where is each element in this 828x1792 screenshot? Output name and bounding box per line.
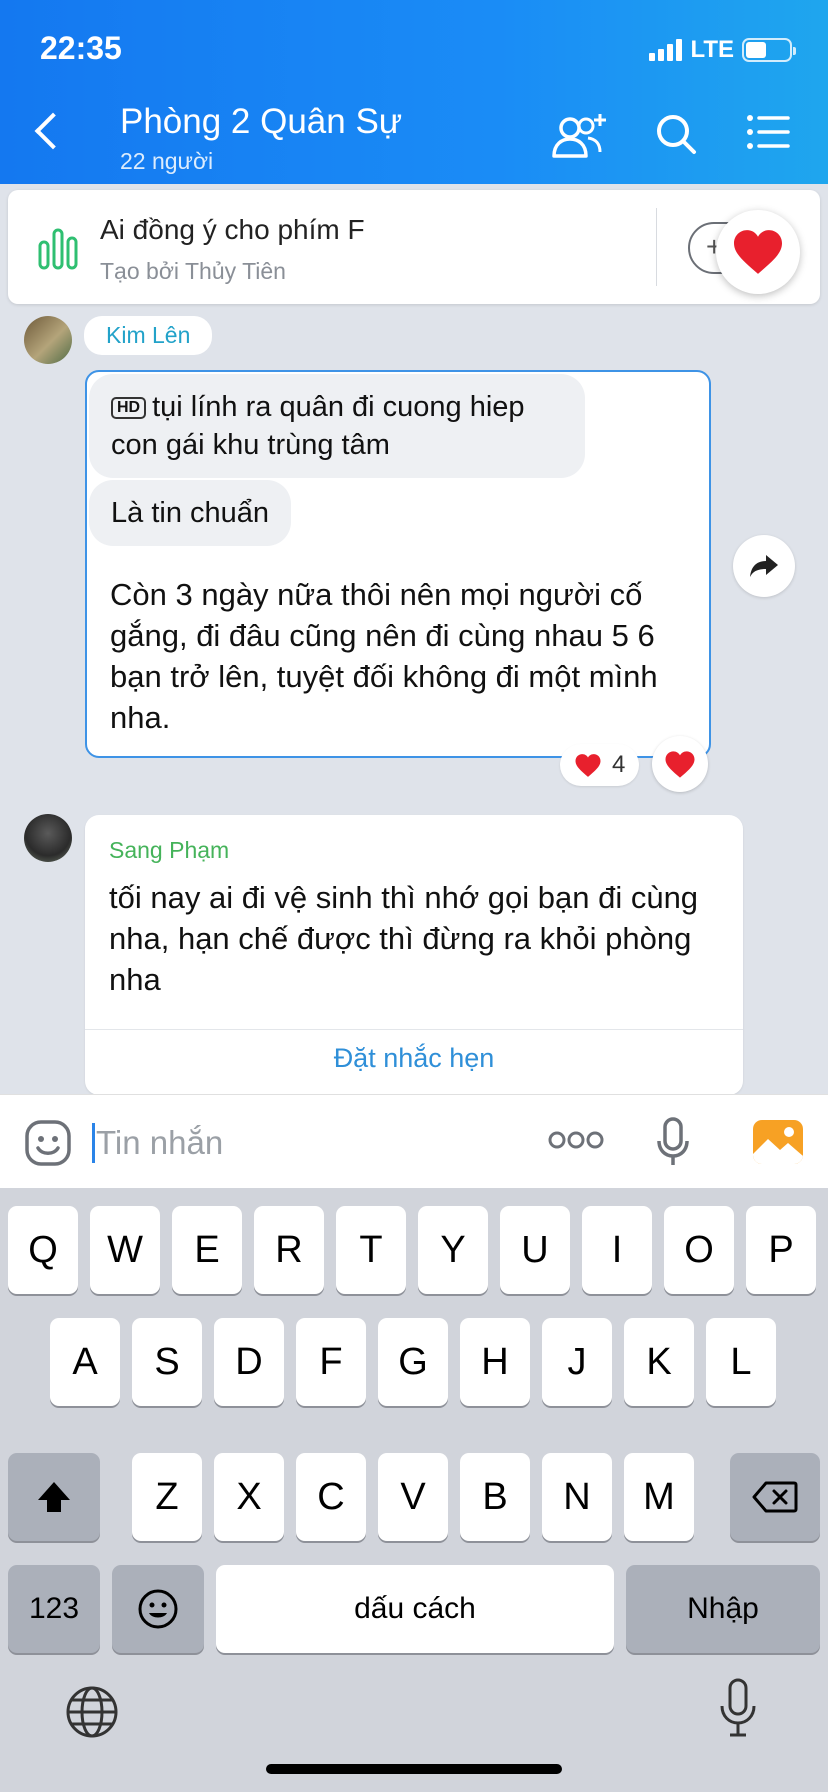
- home-indicator: [266, 1764, 562, 1774]
- reaction-count: 4: [612, 751, 626, 778]
- key-x[interactable]: X: [214, 1453, 284, 1541]
- key-y[interactable]: Y: [418, 1206, 488, 1294]
- key-a[interactable]: A: [50, 1318, 120, 1406]
- key-b[interactable]: B: [460, 1453, 530, 1541]
- shift-arrow-icon: [38, 1482, 70, 1512]
- key-u[interactable]: U: [500, 1206, 570, 1294]
- hd-badge: HD: [111, 397, 147, 419]
- battery-icon: [742, 38, 796, 62]
- message-text: Còn 3 ngày nữa thôi nên mọi người cố gắn…: [110, 577, 658, 735]
- globe-icon[interactable]: [64, 1684, 120, 1740]
- divider: [656, 208, 657, 286]
- share-arrow-icon: [750, 555, 778, 577]
- text-caret: [92, 1123, 95, 1163]
- heart-icon: [734, 230, 782, 274]
- emoji-icon: [138, 1589, 178, 1629]
- pinned-poll[interactable]: Ai đồng ý cho phím F Tạo bởi Thủy Tiên +: [8, 190, 820, 304]
- numbers-key[interactable]: 123: [8, 1565, 100, 1653]
- key-q[interactable]: Q: [8, 1206, 78, 1294]
- delete-icon: [752, 1481, 798, 1513]
- microphone-icon[interactable]: [656, 1117, 690, 1167]
- shift-key[interactable]: [8, 1453, 100, 1541]
- divider: [85, 1029, 743, 1030]
- message-text: tụi lính ra quân đi cuong hiep con gái k…: [111, 391, 525, 461]
- sticker-icon[interactable]: [24, 1119, 72, 1167]
- set-reminder-button[interactable]: Đặt nhắc hẹn: [85, 1043, 743, 1074]
- key-n[interactable]: N: [542, 1453, 612, 1541]
- group-title[interactable]: Phòng 2 Quân Sự: [120, 102, 402, 142]
- heart-reaction-button[interactable]: [716, 210, 800, 294]
- return-key[interactable]: Nhập: [626, 1565, 820, 1653]
- key-o[interactable]: O: [664, 1206, 734, 1294]
- image-icon[interactable]: [752, 1119, 804, 1165]
- search-icon[interactable]: [654, 112, 698, 156]
- key-s[interactable]: S: [132, 1318, 202, 1406]
- menu-icon[interactable]: [746, 112, 790, 152]
- key-l[interactable]: L: [706, 1318, 776, 1406]
- heart-icon: [575, 753, 601, 777]
- key-z[interactable]: Z: [132, 1453, 202, 1541]
- poll-icon: [38, 228, 78, 270]
- sender-name-sang-pham: Sang Phạm: [109, 837, 230, 863]
- poll-creator: Tạo bởi Thủy Tiên: [100, 258, 286, 284]
- message-bubble[interactable]: HD tụi lính ra quân đi cuong hiep con gái…: [89, 374, 585, 478]
- message-input-bar: [0, 1094, 828, 1188]
- key-p[interactable]: P: [746, 1206, 816, 1294]
- message-text: tối nay ai đi vệ sinh thì nhớ gọi bạn đi…: [109, 880, 699, 997]
- sender-name-kim-len: Kim Lên: [84, 316, 213, 355]
- key-m[interactable]: M: [624, 1453, 694, 1541]
- key-d[interactable]: D: [214, 1318, 284, 1406]
- message-bubble[interactable]: Là tin chuẩn: [89, 480, 292, 546]
- message-input[interactable]: [96, 1121, 516, 1165]
- message-text: Là tin chuẩn: [111, 497, 270, 529]
- message-card[interactable]: Sang Phạm tối nay ai đi vệ sinh thì nhớ …: [85, 815, 743, 1095]
- more-options-icon[interactable]: [548, 1125, 604, 1155]
- key-k[interactable]: K: [624, 1318, 694, 1406]
- key-e[interactable]: E: [172, 1206, 242, 1294]
- key-g[interactable]: G: [378, 1318, 448, 1406]
- key-t[interactable]: T: [336, 1206, 406, 1294]
- avatar-sang-pham[interactable]: [24, 814, 72, 862]
- heart-icon: [665, 750, 695, 778]
- key-f[interactable]: F: [296, 1318, 366, 1406]
- status-time: 22:35: [40, 30, 122, 66]
- forward-button[interactable]: [733, 535, 795, 597]
- avatar-kim-len[interactable]: [24, 316, 72, 364]
- keyboard: 123 dấu cách Nhập QWERTYUIOP ASDFGHJKL ZXC…: [0, 1188, 828, 1792]
- key-w[interactable]: W: [90, 1206, 160, 1294]
- network-label: LTE: [690, 36, 734, 63]
- dictation-mic-icon[interactable]: [718, 1678, 758, 1740]
- back-icon[interactable]: [34, 112, 72, 150]
- key-i[interactable]: I: [582, 1206, 652, 1294]
- signal-icon: [649, 39, 683, 61]
- key-c[interactable]: C: [296, 1453, 366, 1541]
- chat-header: 22:35 LTE Phòng 2 Quân Sự 22 người: [0, 0, 828, 184]
- add-member-icon[interactable]: [548, 112, 610, 164]
- member-count: 22 người: [120, 148, 214, 174]
- key-h[interactable]: H: [460, 1318, 530, 1406]
- key-r[interactable]: R: [254, 1206, 324, 1294]
- space-key[interactable]: dấu cách: [216, 1565, 614, 1653]
- backspace-key[interactable]: [730, 1453, 820, 1541]
- key-v[interactable]: V: [378, 1453, 448, 1541]
- poll-question: Ai đồng ý cho phím F: [100, 214, 365, 245]
- react-button[interactable]: [652, 736, 708, 792]
- emoji-key[interactable]: [112, 1565, 204, 1653]
- reaction-summary[interactable]: 4: [560, 744, 640, 786]
- status-indicators: LTE: [649, 36, 796, 64]
- key-j[interactable]: J: [542, 1318, 612, 1406]
